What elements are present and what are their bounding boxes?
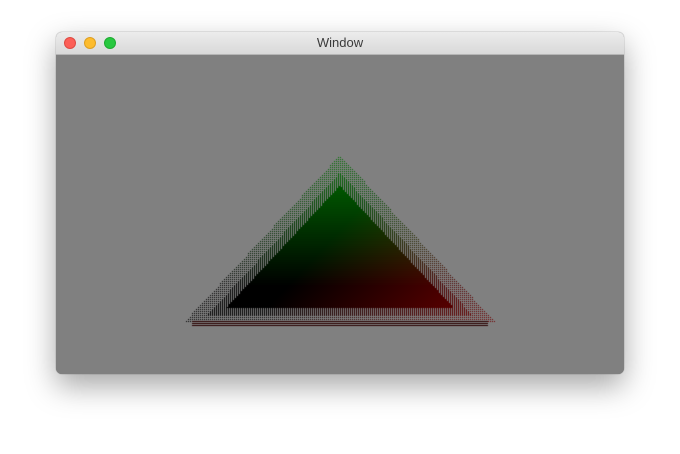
rendered-triangle: [56, 55, 624, 374]
render-viewport[interactable]: [56, 55, 624, 374]
title-bar[interactable]: Window: [56, 32, 624, 55]
window-title: Window: [316, 35, 364, 50]
app-window: Window: [56, 32, 624, 374]
